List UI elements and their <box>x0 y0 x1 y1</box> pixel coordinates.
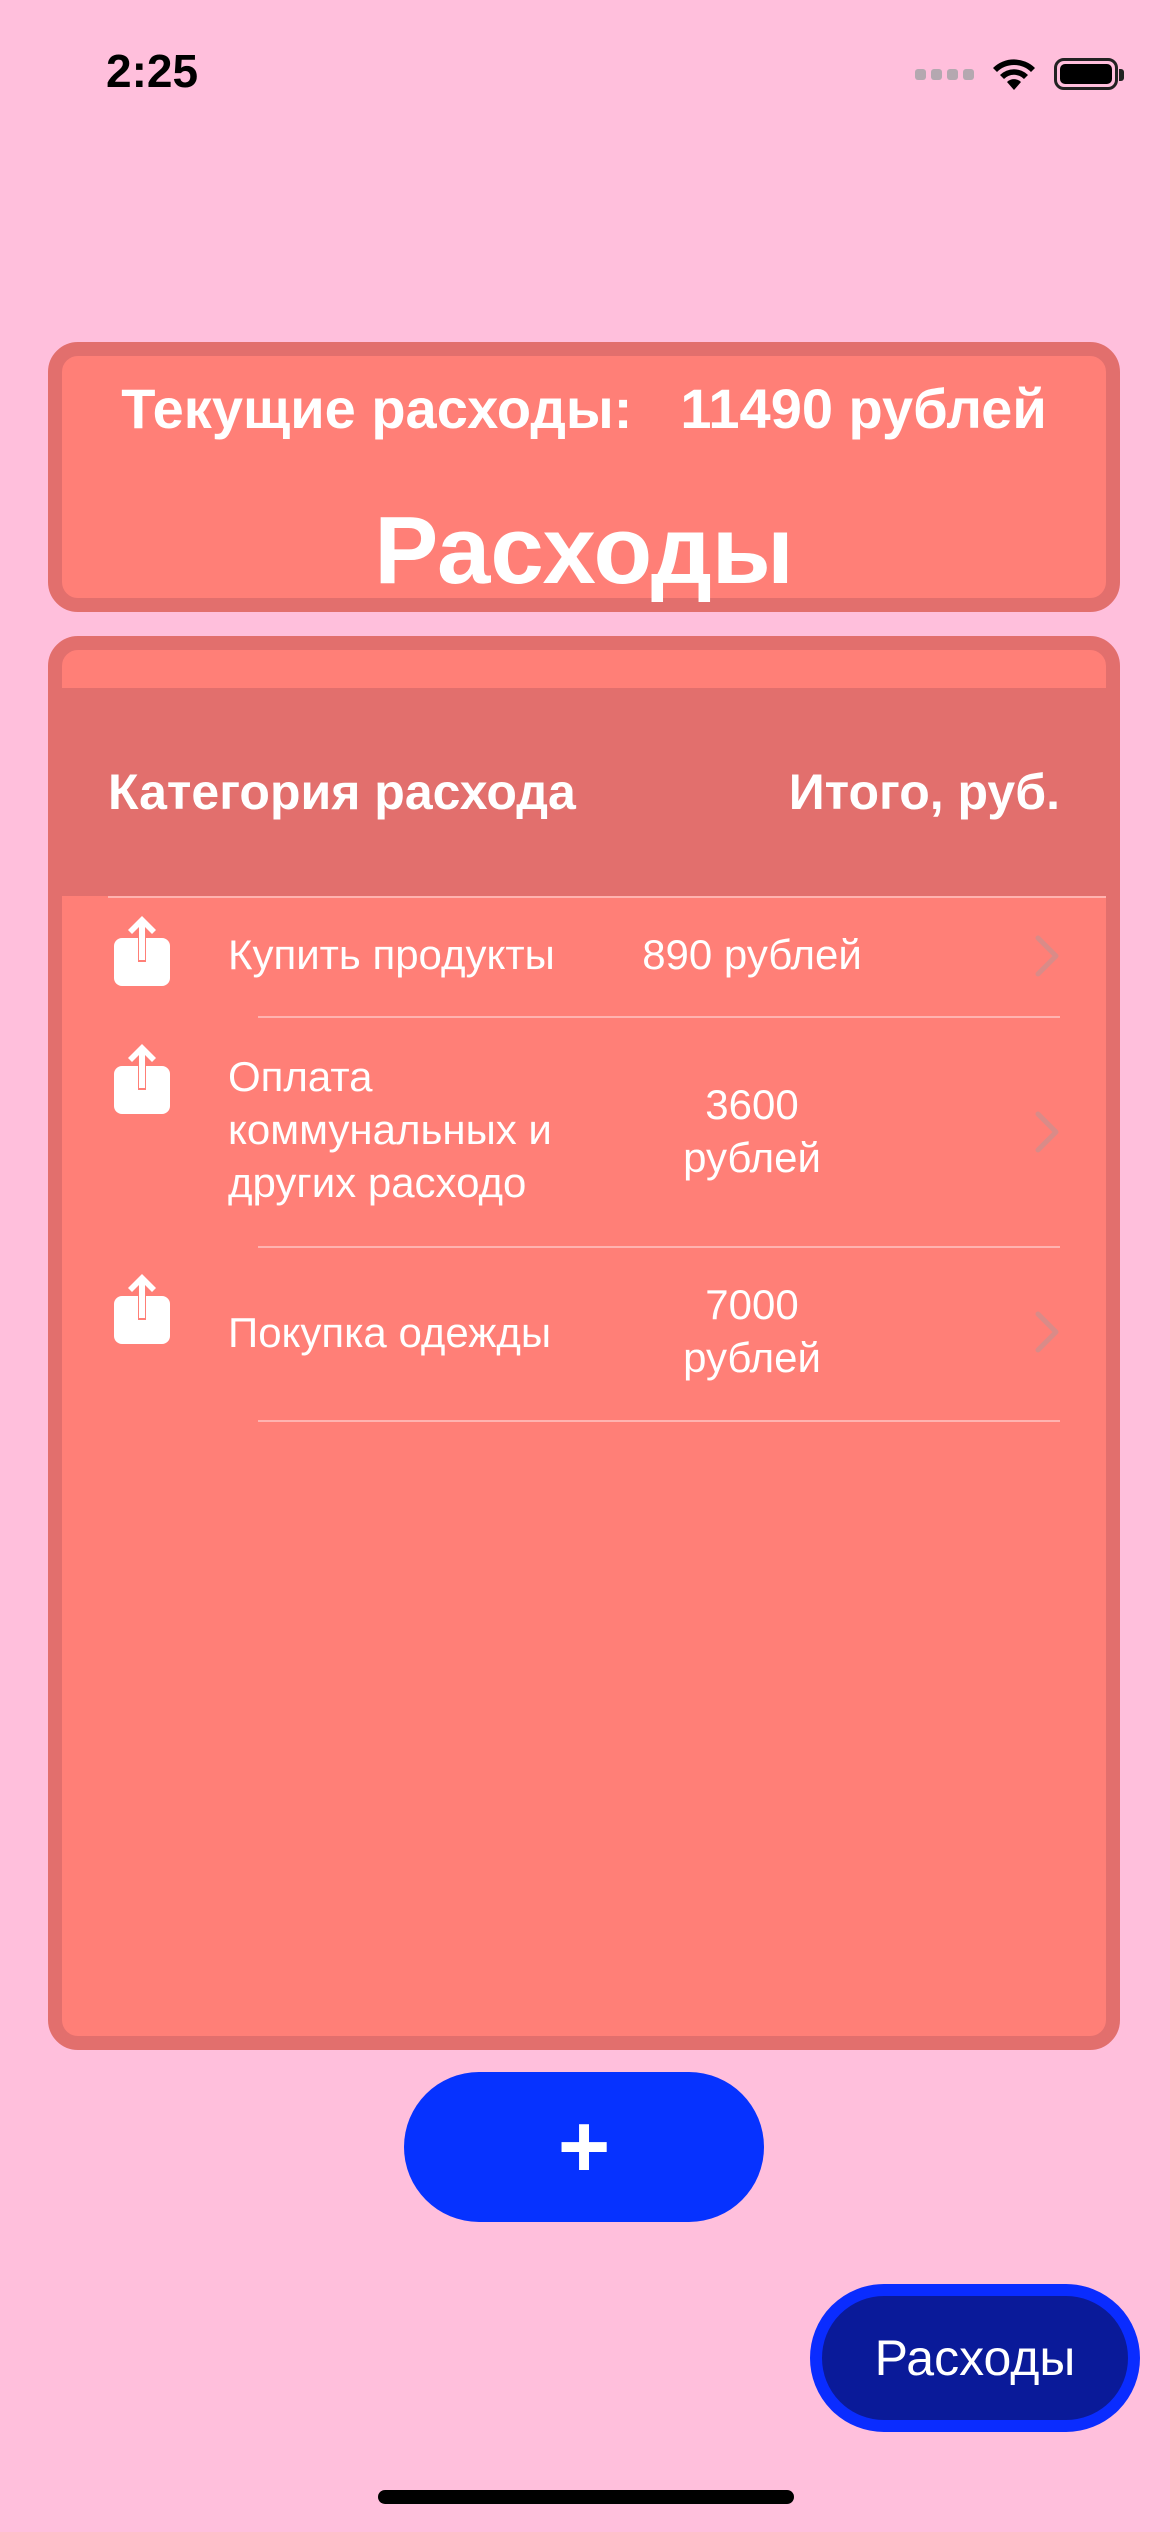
wifi-icon <box>993 59 1035 90</box>
column-header-total: Итого, руб. <box>788 764 1060 820</box>
list-item[interactable]: Покупка одежды 7000 рублей <box>62 1246 1106 1420</box>
list-item-label: Оплата коммунальных и других расходо <box>228 1053 552 1206</box>
table-header: Категория расхода Итого, руб. <box>62 688 1106 896</box>
page-title: Расходы <box>374 497 794 604</box>
current-expenses-label: Текущие расходы: <box>121 377 633 440</box>
list-item-amount: 7000 рублей <box>683 1281 821 1381</box>
expenses-list-card: Категория расхода Итого, руб. Купить про… <box>48 636 1120 2050</box>
column-header-category: Категория расхода <box>108 764 576 820</box>
expenses-tab-button[interactable]: Расходы <box>810 2284 1140 2432</box>
row-separator <box>258 1420 1060 1422</box>
summary-card: Текущие расходы: 11490 рублей Расходы <box>48 342 1120 612</box>
share-icon[interactable] <box>112 1274 172 1346</box>
chevron-right-icon <box>1035 935 1059 977</box>
list-item-label: Купить продукты <box>228 931 555 978</box>
chevron-right-icon <box>1035 1111 1059 1153</box>
list-item[interactable]: Оплата коммунальных и других расходо 360… <box>62 1016 1106 1246</box>
battery-icon <box>1054 58 1124 90</box>
share-icon[interactable] <box>112 1044 172 1116</box>
current-expenses-value: 11490 рублей <box>680 377 1047 440</box>
home-indicator <box>378 2490 794 2504</box>
add-expense-button[interactable]: + <box>404 2072 764 2222</box>
chevron-right-icon <box>1035 1311 1059 1353</box>
list-item-amount: 890 рублей <box>642 931 862 978</box>
current-expenses-row: Текущие расходы: 11490 рублей <box>62 376 1106 441</box>
list-item-amount: 3600 рублей <box>683 1081 821 1181</box>
list-item-label: Покупка одежды <box>228 1309 552 1356</box>
status-icons <box>915 52 1124 96</box>
list-item[interactable]: Купить продукты 890 рублей <box>62 896 1106 1016</box>
status-time: 2:25 <box>106 45 199 97</box>
share-icon[interactable] <box>112 916 172 988</box>
signal-icon <box>915 68 974 80</box>
